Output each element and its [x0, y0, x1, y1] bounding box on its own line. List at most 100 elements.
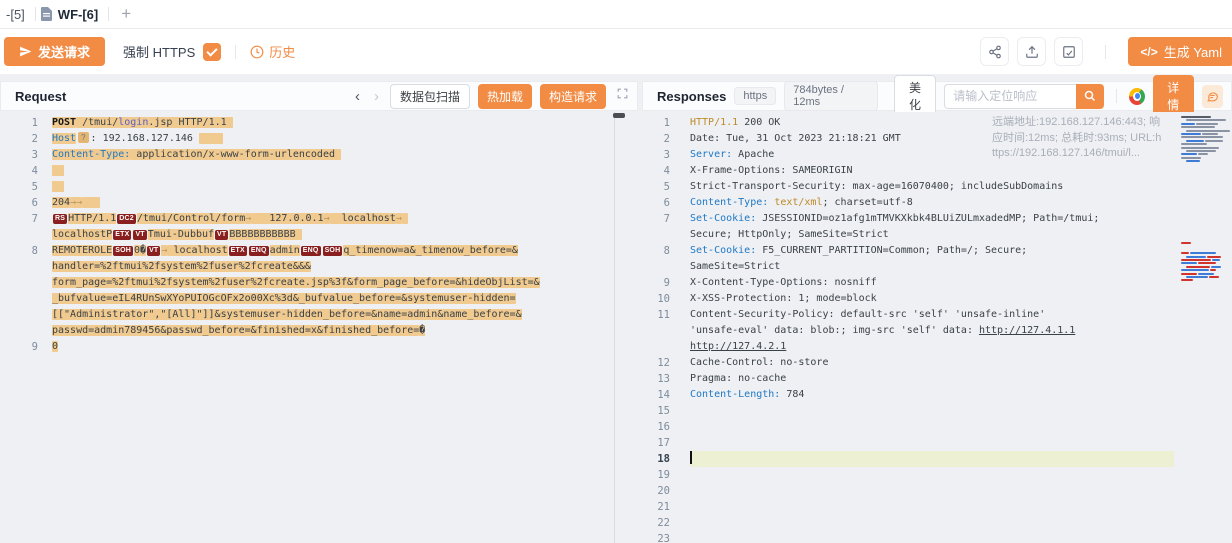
add-tab-button[interactable]: +	[109, 4, 143, 24]
line-content	[690, 419, 1174, 435]
line-content: 0	[52, 339, 58, 355]
minimap-line	[1186, 276, 1219, 278]
code-line: 10X-XSS-Protection: 1; mode=block	[642, 291, 1232, 307]
code-segment: Content-Type:	[52, 149, 130, 160]
details-button[interactable]: 详情	[1153, 75, 1193, 117]
response-editor[interactable]: 1HTTP/1.1 200 OK2Date: Tue, 31 Oct 2023 …	[642, 112, 1232, 543]
line-number: 3	[642, 147, 670, 163]
minimap-segment	[1181, 123, 1195, 125]
minimap-segment	[1181, 147, 1219, 149]
open-in-browser-icon[interactable]	[1129, 88, 1145, 105]
force-https-toggle: 强制 HTTPS	[123, 42, 221, 61]
annotation-line: ttps://192.168.127.146/tmui/l...	[992, 146, 1172, 162]
code-line: 22	[642, 515, 1232, 531]
protocol-badge: https	[734, 87, 776, 105]
code-segment[interactable]: http://127.4.1.1	[979, 325, 1075, 336]
code-line: 8REMOTEROLESOH0�VT→ localhostETXENQadmin…	[0, 243, 638, 259]
share-button[interactable]	[980, 37, 1009, 66]
code-segment: F5_CURRENT_PARTITION=Common; Path=/; Sec…	[756, 245, 1027, 256]
line-content: _bufvalue=eIL4RUnSwXYoPUIOGcOFx2o00Xc%3d…	[52, 291, 516, 307]
code-segment[interactable]: http://127.4.2.1	[690, 341, 786, 352]
line-number: 13	[642, 371, 670, 387]
line-number: 6	[642, 195, 670, 211]
request-editor[interactable]: 1POST /tmui/login.jsp HTTP/1.1 2Host?: 1…	[0, 112, 638, 543]
history-prev-button[interactable]: ‹	[352, 89, 363, 104]
line-content: Content-Length: 784	[690, 387, 1174, 403]
code-segment: HTTP/1.1	[68, 213, 116, 224]
line-content	[690, 499, 1174, 515]
code-segment: q_timenow=a&_timenow_before=&	[343, 245, 518, 256]
tab-wf-6[interactable]: WF-[6]	[36, 0, 108, 28]
beautify-button[interactable]: 美化	[894, 75, 936, 117]
code-segment: POST	[52, 117, 76, 128]
minimap-line	[1181, 123, 1218, 125]
code-segment: JSESSIONID=oz1afg1mTMVKXkbk4BLUiZULmxade…	[756, 213, 1099, 224]
code-segment: HTTP/1.1	[690, 117, 738, 128]
request-code: 1POST /tmui/login.jsp HTTP/1.1 2Host?: 1…	[0, 112, 638, 355]
toolbar-divider	[235, 45, 236, 59]
minimap-segment	[1210, 269, 1216, 271]
code-line: 3Content-Type: application/x-www-form-ur…	[0, 147, 638, 163]
tab-wf-5[interactable]: -[5]	[2, 0, 35, 28]
minimap-line	[1186, 119, 1226, 121]
line-number: 4	[0, 163, 38, 179]
code-line: 13Pragma: no-cache	[642, 371, 1232, 387]
packet-scan-button[interactable]: 数据包扫描	[390, 84, 470, 109]
minimap-line	[1181, 273, 1214, 275]
code-segment	[52, 181, 64, 192]
control-char-badge: RS	[53, 214, 67, 224]
response-header: Responses https 784bytes / 12ms 美化 详情	[642, 81, 1232, 111]
minimap-segment	[1211, 266, 1221, 268]
code-segment: Strict-Transport-Security: max-age=16070…	[690, 181, 1063, 192]
construct-request-button[interactable]: 构造请求	[540, 84, 606, 109]
line-number: 7	[0, 211, 38, 227]
minimap-segment	[1181, 136, 1223, 138]
history-button[interactable]: 历史	[250, 42, 295, 61]
code-line: 6Content-Type: text/xml; charset=utf-8	[642, 195, 1232, 211]
minimap-segment	[1181, 252, 1189, 254]
line-content: handler=%2ftmui%2fsystem%2fuser%2fcreate…	[52, 259, 311, 275]
search-input[interactable]	[944, 84, 1076, 109]
line-content: X-Frame-Options: SAMEORIGIN	[690, 163, 1174, 179]
minimap-line	[1181, 242, 1191, 244]
code-segment: Content-Security-Policy: default-src 'se…	[690, 309, 1045, 320]
minimap-line	[1181, 116, 1211, 118]
code-segment: handler=%2ftmui%2fsystem%2fuser%2fcreate…	[52, 261, 311, 272]
control-char-badge: ETX	[113, 230, 131, 240]
code-segment	[199, 133, 223, 144]
scrollbar-thumb[interactable]	[613, 113, 625, 118]
generate-yaml-button[interactable]: </> 生成 Yaml	[1128, 37, 1232, 66]
minimap-segment	[1186, 150, 1216, 152]
code-segment: Content-Length:	[690, 389, 780, 400]
annotation-line: 应时间:12ms; 总耗时:93ms; URL:h	[992, 131, 1172, 147]
comment-button[interactable]	[1202, 85, 1224, 108]
send-request-button[interactable]: 发送请求	[4, 37, 105, 66]
line-number: 10	[642, 291, 670, 307]
export-button[interactable]	[1017, 37, 1046, 66]
response-title: Responses	[657, 89, 726, 104]
hot-reload-button[interactable]: 热加载	[478, 84, 532, 109]
code-segment: 200 OK	[738, 117, 780, 128]
code-line: 5	[0, 179, 638, 195]
force-https-checkbox[interactable]	[203, 43, 221, 61]
fullscreen-icon[interactable]	[616, 87, 629, 105]
edit-note-button[interactable]	[1054, 37, 1083, 66]
code-line: 21	[642, 499, 1232, 515]
minimap-segment	[1181, 116, 1211, 118]
line-content: Cache-Control: no-store	[690, 355, 1174, 371]
line-number: 5	[642, 179, 670, 195]
minimap-segment	[1186, 140, 1204, 142]
history-next-button[interactable]: ›	[371, 89, 382, 104]
code-segment: Content-Type:	[690, 197, 768, 208]
minimap-segment	[1181, 242, 1191, 244]
minimap-line	[1181, 126, 1215, 128]
response-panel: Responses https 784bytes / 12ms 美化 详情 1 H…	[642, 81, 1232, 543]
code-line: 18	[642, 451, 1232, 467]
search-button[interactable]	[1076, 84, 1104, 109]
code-segment: Apache	[732, 149, 774, 160]
line-number: 1	[642, 115, 670, 131]
minimap[interactable]	[1180, 114, 1228, 543]
line-number: 11	[642, 307, 670, 323]
minimap-segment	[1186, 266, 1210, 268]
line-number	[0, 291, 38, 307]
